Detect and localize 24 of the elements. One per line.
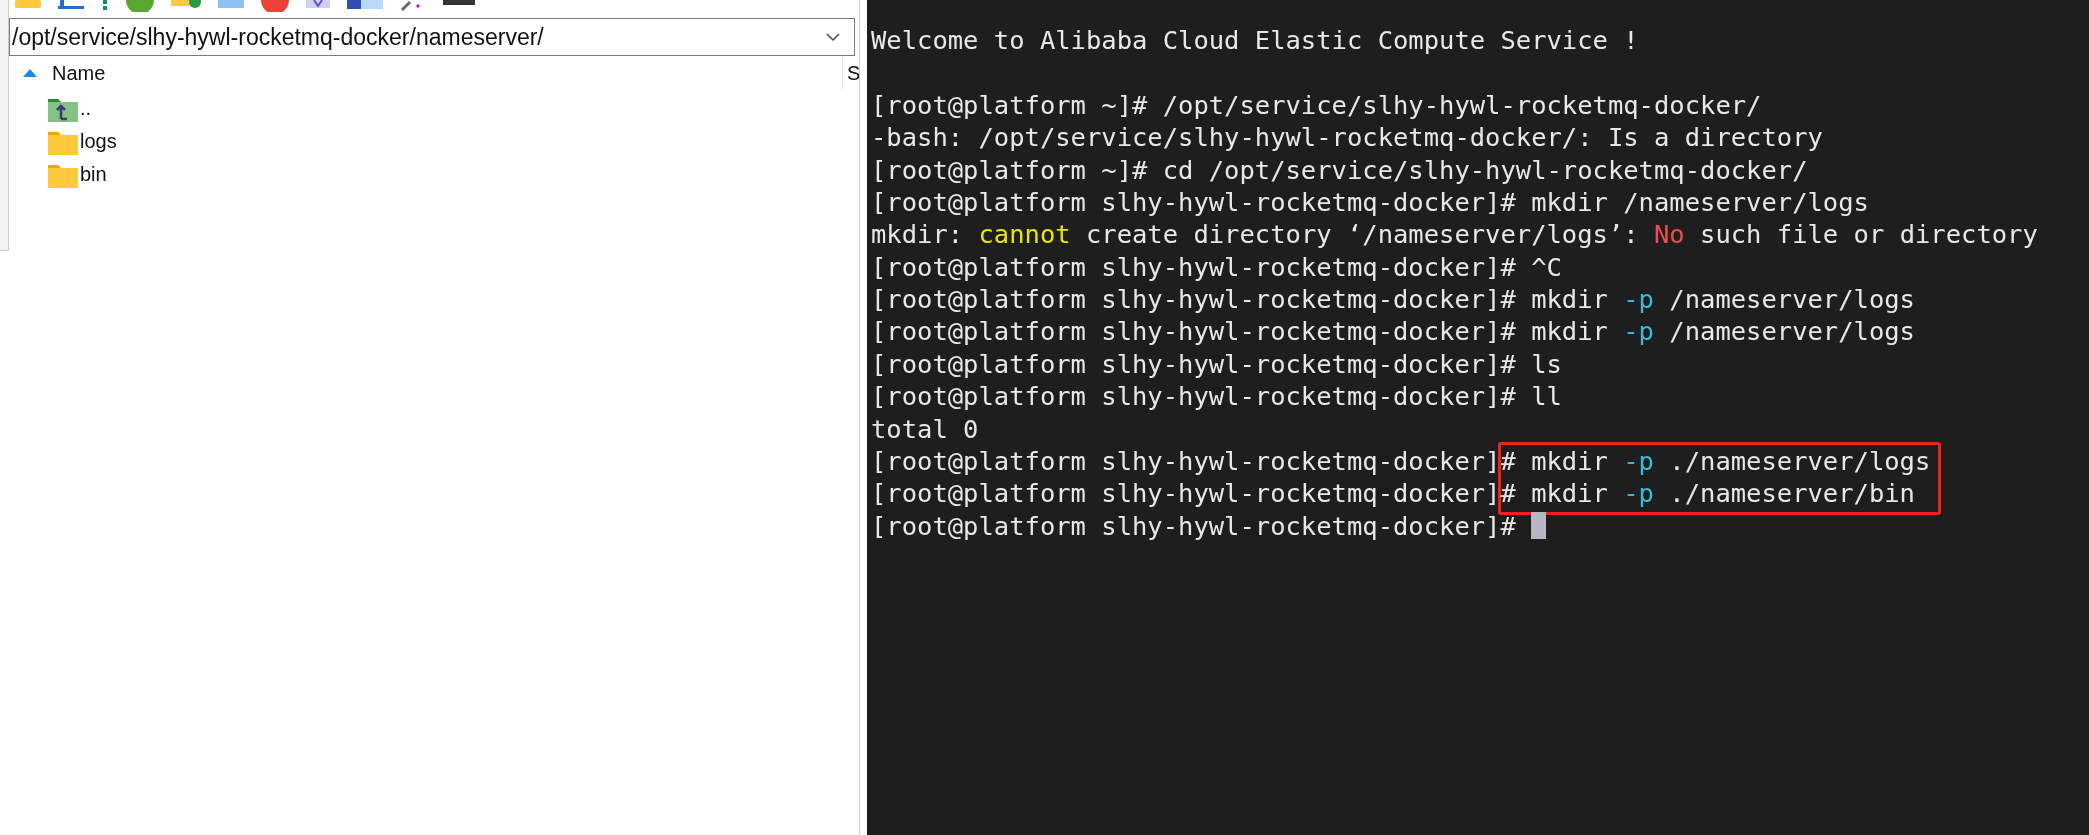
underline-icon[interactable] bbox=[58, 0, 84, 12]
terminal-line: [root@platform ~]# /opt/service/slhy-hywl-rocketmq-docker/ bbox=[871, 88, 1762, 122]
file-name[interactable]: .. bbox=[80, 97, 92, 120]
terminal-line: Welcome to Alibaba Cloud Elastic Compute Service ! bbox=[871, 24, 1639, 57]
terminal-line: [root@platform slhy-hywl-rocketmq-docker]# ll bbox=[871, 380, 1562, 413]
terminal-line: [root@platform slhy-hywl-rocketmq-docker]# mkdir /nameserver/logs bbox=[871, 185, 1869, 219]
terminal-line: mkdir: cannot create directory ‘/nameserver/logs’: No such file or directory bbox=[871, 218, 2038, 251]
cursor bbox=[1531, 512, 1547, 540]
terminal-line: [root@platform slhy-hywl-rocketmq-docker]# bbox=[871, 509, 1517, 542]
terminal-line: total 0 bbox=[871, 412, 979, 445]
terminal-line: [root@platform slhy-hywl-rocketmq-docker]# ls bbox=[871, 347, 1562, 381]
terminal-line: [root@platform slhy-hywl-rocketmq-docker]# mkdir -p /nameserver/logs bbox=[871, 315, 1915, 348]
column-header[interactable]: S bbox=[847, 61, 859, 85]
terminal-line: [root@platform slhy-hywl-rocketmq-docker]# ^C bbox=[871, 250, 1562, 283]
column-header[interactable]: Name bbox=[52, 61, 106, 85]
bar-icon[interactable] bbox=[101, 0, 109, 12]
file-name[interactable]: logs bbox=[80, 130, 117, 153]
file-name[interactable]: bin bbox=[80, 163, 107, 186]
path-combobox[interactable]: /opt/service/slhy-hywl-rocketmq-docker/nameserver/ bbox=[9, 18, 855, 56]
terminal-line: -bash: /opt/service/slhy-hywl-rocketmq-docker/: Is a directory bbox=[871, 121, 1823, 154]
terminal-line: [root@platform slhy-hywl-rocketmq-docker]# mkdir -p /nameserver/logs bbox=[871, 283, 1915, 316]
terminal-line: [root@platform ~]# cd /opt/service/slhy-hywl-rocketmq-docker/ bbox=[871, 153, 1808, 186]
columns-icon[interactable] bbox=[347, 0, 383, 12]
chevron-down-icon[interactable] bbox=[826, 32, 840, 42]
